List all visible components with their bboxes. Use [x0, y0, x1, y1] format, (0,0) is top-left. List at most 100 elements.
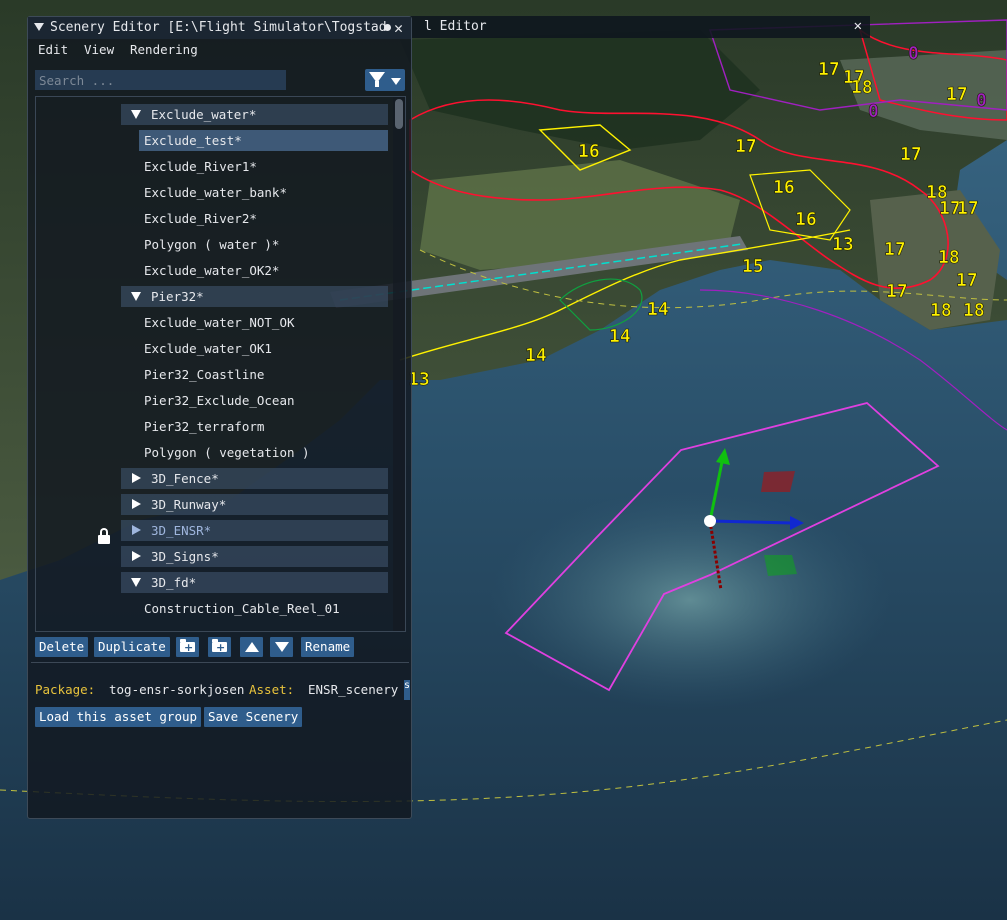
- tree-item-label: Pier32_Exclude_Ocean: [144, 393, 295, 408]
- tree-folder-3d-fd[interactable]: 3D_fd*: [121, 572, 388, 593]
- tree-item-polygon-water[interactable]: Polygon ( water )*: [139, 234, 388, 255]
- map-label: 18: [926, 182, 948, 203]
- map-label: 18: [930, 300, 952, 321]
- map-label: 17: [957, 198, 979, 219]
- tree-item-pier32-coastline[interactable]: Pier32_Coastline: [139, 364, 388, 385]
- chevron-down-icon: [391, 78, 401, 85]
- tree-folder-pier32[interactable]: Pier32*: [121, 286, 388, 307]
- collapsed-triangle-icon[interactable]: [132, 551, 141, 561]
- tree-item-label: 3D_ENSR*: [151, 523, 212, 538]
- map-label: 14: [647, 299, 669, 320]
- collapse-triangle-icon[interactable]: [34, 23, 44, 31]
- tree-item-label: Pier32_Coastline: [144, 367, 265, 382]
- tree-folder-3d-runway[interactable]: 3D_Runway*: [121, 494, 388, 515]
- divider: [31, 662, 409, 663]
- collapsed-triangle-icon[interactable]: [132, 499, 141, 509]
- folder-plus-icon: [180, 638, 195, 658]
- collapsed-triangle-icon[interactable]: [132, 473, 141, 483]
- tree-item-label: Exclude_water_OK1: [144, 341, 272, 356]
- tree-item-label: 3D_Fence*: [151, 471, 219, 486]
- tree-item-label: 3D_Signs*: [151, 549, 219, 564]
- map-label: 18: [938, 247, 960, 268]
- tree-item-label: Exclude_River1*: [144, 159, 257, 174]
- folder-plus-icon: [212, 638, 227, 658]
- expanded-triangle-icon[interactable]: [131, 292, 141, 301]
- load-asset-group-button[interactable]: Load this asset group: [35, 707, 202, 727]
- menu-view[interactable]: View: [84, 42, 114, 57]
- collapsed-triangle-icon[interactable]: [132, 525, 141, 535]
- close-icon[interactable]: ✕: [394, 19, 403, 37]
- tree-item-label: Pier32_terraform: [144, 419, 265, 434]
- tree-folder-exclude-water[interactable]: Exclude_water*: [121, 104, 388, 125]
- map-label: 14: [525, 345, 547, 366]
- panel-titlebar[interactable]: Scenery Editor [E:\Flight Simulator\Togs…: [28, 17, 411, 39]
- tree-item-label: Pier32*: [151, 289, 204, 304]
- map-label: 14: [609, 326, 631, 347]
- arrow-down-icon: [275, 642, 289, 652]
- tree-item-label: Construction_Cable_Reel_01: [144, 601, 340, 616]
- tree-item-exclude-river1[interactable]: Exclude_River1*: [139, 156, 388, 177]
- tree-item-label: Polygon ( water )*: [144, 237, 280, 252]
- gizmo-plane-xy: [761, 471, 795, 492]
- map-label: 15: [742, 256, 764, 277]
- arrow-up-icon: [245, 642, 259, 652]
- map-label: 0: [868, 101, 879, 122]
- tree-item-exclude-water-not-ok[interactable]: Exclude_water_NOT_OK: [139, 312, 388, 333]
- menu-edit[interactable]: Edit: [38, 42, 68, 57]
- unsaved-dot-icon: [384, 24, 391, 31]
- tree-item-pier32-exclude-ocean[interactable]: Pier32_Exclude_Ocean: [139, 390, 388, 411]
- asset-selector-button[interactable]: s: [404, 680, 410, 700]
- tree-item-label: Exclude_water_NOT_OK: [144, 315, 295, 330]
- tree-item-exclude-water-bank[interactable]: Exclude_water_bank*: [139, 182, 388, 203]
- tree-item-exclude-water-ok1[interactable]: Exclude_water_OK1: [139, 338, 388, 359]
- tree-item-polygon-vegetation[interactable]: Polygon ( vegetation ): [139, 442, 388, 463]
- map-label: 0: [976, 90, 987, 111]
- delete-button[interactable]: Delete: [35, 637, 89, 657]
- map-label: 17: [735, 136, 757, 157]
- tree-folder-3d-signs[interactable]: 3D_Signs*: [121, 546, 388, 567]
- duplicate-button[interactable]: Duplicate: [94, 637, 170, 657]
- tree-folder-3d-ensr[interactable]: 3D_ENSR*: [121, 520, 388, 541]
- search-input[interactable]: [35, 70, 286, 90]
- tree-scrollbar-thumb[interactable]: [395, 99, 403, 129]
- asset-value: ENSR_scenery: [308, 682, 399, 697]
- map-label: 18: [851, 77, 873, 98]
- background-editor-titlebar: l Editor ✕: [410, 16, 870, 38]
- map-label: 17: [884, 239, 906, 260]
- move-up-button[interactable]: [240, 637, 263, 657]
- tree-item-pier32-terraform[interactable]: Pier32_terraform: [139, 416, 388, 437]
- gizmo-plane-xz: [764, 555, 797, 576]
- add-subfolder-button[interactable]: [208, 637, 231, 658]
- lock-icon[interactable]: [97, 528, 111, 544]
- filter-button[interactable]: [365, 69, 405, 91]
- tree-item-exclude-test[interactable]: Exclude_test*: [139, 130, 388, 151]
- gizmo-pivot: [704, 515, 716, 527]
- map-label: 17: [956, 270, 978, 291]
- menu-bar: Edit View Rendering: [28, 41, 411, 61]
- tree-item-construction-cable-reel-01[interactable]: Construction_Cable_Reel_01: [139, 598, 388, 619]
- tree-scrollbar[interactable]: [393, 97, 405, 631]
- rename-button[interactable]: Rename: [301, 637, 355, 657]
- shallow-water: [490, 490, 890, 710]
- map-label: 16: [773, 177, 795, 198]
- save-scenery-button[interactable]: Save Scenery: [204, 707, 303, 727]
- map-label: 0: [908, 43, 919, 64]
- tree-item-exclude-water-ok2[interactable]: Exclude_water_OK2*: [139, 260, 388, 281]
- map-label: 17: [818, 59, 840, 80]
- tree-item-label: 3D_fd*: [151, 575, 197, 590]
- package-value: tog-ensr-sorkjosen: [109, 682, 245, 697]
- tree-item-label: Polygon ( vegetation ): [144, 445, 310, 460]
- add-folder-button[interactable]: [176, 637, 199, 658]
- expanded-triangle-icon[interactable]: [131, 578, 141, 587]
- expanded-triangle-icon[interactable]: [131, 110, 141, 119]
- tree-folder-3d-fence[interactable]: 3D_Fence*: [121, 468, 388, 489]
- scenery-object-tree: Exclude_water* Exclude_test* Exclude_River…: [35, 96, 406, 632]
- background-window-close-icon[interactable]: ✕: [854, 18, 862, 34]
- tree-item-label: Exclude_water_bank*: [144, 185, 287, 200]
- menu-rendering[interactable]: Rendering: [130, 42, 198, 57]
- tree-item-exclude-river2[interactable]: Exclude_River2*: [139, 208, 388, 229]
- background-window-title: l Editor: [424, 19, 487, 34]
- asset-label: Asset:: [249, 682, 295, 697]
- move-down-button[interactable]: [270, 637, 293, 657]
- map-label: 18: [963, 300, 985, 321]
